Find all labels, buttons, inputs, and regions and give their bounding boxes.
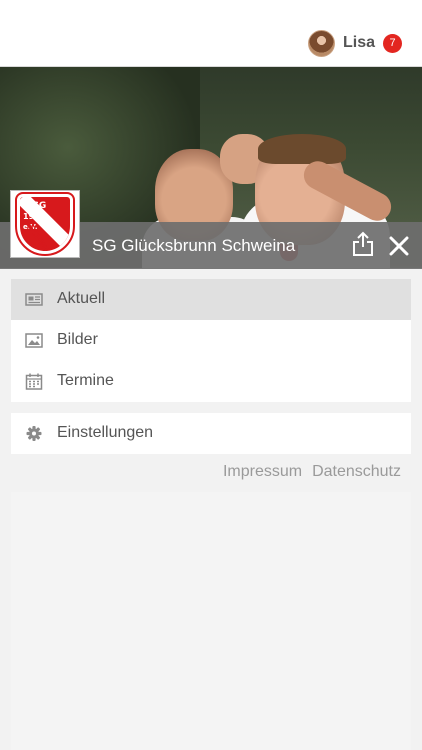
footer-links: Impressum Datenschutz: [223, 463, 401, 481]
menu-label: Bilder: [57, 331, 98, 348]
club-crest: SGG 1947 e.V. SCHWEINA: [15, 192, 75, 256]
crest-text: SGG: [25, 201, 47, 211]
crest-text: 1947: [23, 212, 46, 221]
menu-label: Termine: [57, 372, 114, 389]
menu-item-einstellungen[interactable]: Einstellungen: [11, 413, 411, 454]
player-hair: [258, 134, 346, 164]
menu-item-termine[interactable]: Termine: [11, 361, 411, 402]
gear-icon: [26, 426, 42, 441]
image-icon: [25, 333, 43, 348]
calendar-icon: [25, 373, 43, 390]
club-logo: SGG 1947 e.V. SCHWEINA: [10, 190, 80, 258]
datenschutz-link[interactable]: Datenschutz: [312, 463, 401, 481]
user-profile[interactable]: Lisa 7: [307, 29, 402, 57]
menu-label: Einstellungen: [57, 424, 154, 441]
notification-badge[interactable]: 7: [383, 33, 402, 53]
top-bar: Lisa 7: [0, 0, 422, 67]
menu-label: Aktuell: [57, 290, 106, 307]
menu-item-aktuell[interactable]: Aktuell: [11, 279, 411, 320]
menu-item-bilder[interactable]: Bilder: [11, 320, 411, 361]
user-name[interactable]: Lisa: [343, 34, 375, 52]
close-icon[interactable]: [388, 235, 410, 257]
share-icon[interactable]: [352, 231, 374, 257]
primary-menu: Aktuell Bilder Termine: [11, 279, 411, 402]
club-name: SG Glücksbrunn Schweina: [92, 236, 296, 255]
empty-panel: [11, 492, 411, 750]
newspaper-icon: [25, 293, 43, 306]
impressum-link[interactable]: Impressum: [223, 463, 302, 481]
user-avatar[interactable]: [307, 29, 335, 57]
secondary-menu: Einstellungen: [11, 413, 411, 454]
